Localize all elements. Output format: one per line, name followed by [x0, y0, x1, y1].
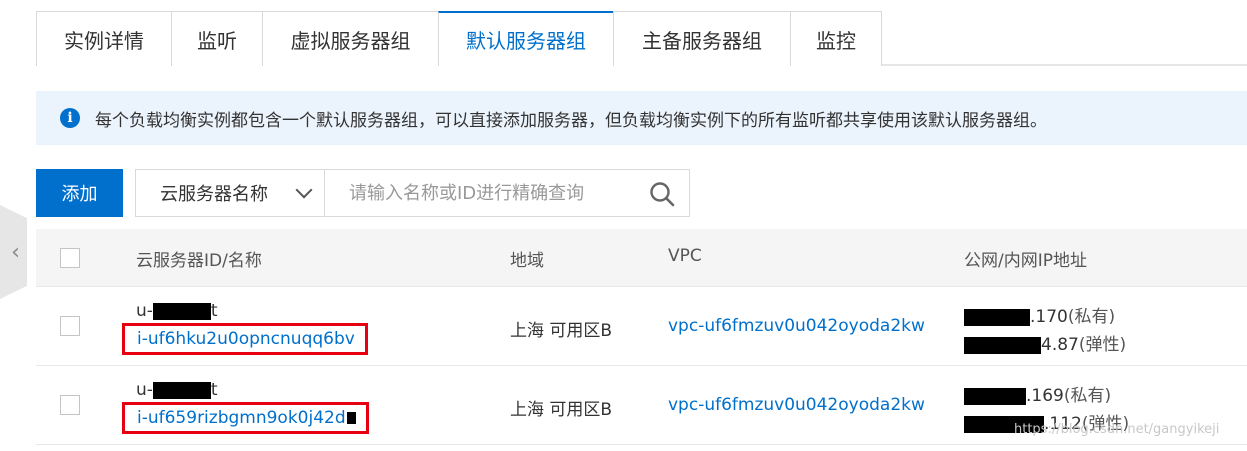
row-checkbox[interactable]: [60, 395, 80, 415]
redaction-mask: [964, 387, 1026, 405]
chevron-down-icon: [295, 181, 313, 199]
redaction-mask: [152, 381, 211, 399]
vpc-link[interactable]: vpc-uf6fmzuv0u042oyoda2kw: [668, 395, 925, 415]
search-box: [324, 169, 690, 217]
column-header-ip: 公网/内网IP地址: [964, 251, 1087, 271]
server-region: 上海 可用区B: [510, 321, 613, 341]
tab-master-slave-groups[interactable]: 主备服务器组: [613, 11, 791, 66]
collapse-panel-handle[interactable]: ‹: [0, 205, 27, 299]
tab-listeners[interactable]: 监听: [171, 11, 263, 66]
tab-monitoring[interactable]: 监控: [790, 11, 882, 66]
tab-default-server-group[interactable]: 默认服务器组: [438, 11, 614, 68]
server-name-prefix: u-: [136, 380, 153, 400]
tab-label: 实例详情: [64, 28, 144, 53]
tab-label: 监控: [816, 28, 856, 53]
private-ip-value: .170: [1030, 307, 1068, 327]
server-region: 上海 可用区B: [510, 400, 613, 420]
server-id-link[interactable]: i-uf6hku2u0opncnuqq6bv: [137, 329, 355, 349]
column-header-region: 地域: [510, 251, 544, 271]
highlighted-server-id: i-uf6hku2u0opncnuqq6bv: [122, 323, 368, 355]
private-ip-value: .169: [1026, 386, 1064, 406]
tab-label: 虚拟服务器组: [290, 28, 411, 53]
redaction-mask: [152, 302, 211, 320]
column-header-vpc: VPC: [668, 246, 702, 266]
private-ip: .169(私有): [964, 381, 1111, 406]
private-ip-label: (私有): [1063, 386, 1112, 406]
search-icon[interactable]: [649, 181, 675, 207]
tab-instance-details[interactable]: 实例详情: [36, 11, 172, 66]
server-name-prefix: u-: [136, 301, 153, 321]
server-name-suffix: t: [210, 380, 218, 400]
public-ip-label: (弹性): [1078, 335, 1127, 355]
search-input[interactable]: [325, 170, 635, 216]
chevron-left-icon: ‹: [11, 239, 20, 265]
vpc-link[interactable]: vpc-uf6fmzuv0u042oyoda2kw: [668, 316, 925, 336]
redaction-mask: [964, 336, 1041, 354]
server-name: u-t: [136, 380, 218, 400]
column-header-id-name: 云服务器ID/名称: [136, 251, 262, 271]
tab-label: 主备服务器组: [642, 28, 762, 53]
redaction-mask: [346, 412, 356, 424]
highlighted-server-id: i-uf659rizbgmn9ok0j42d: [122, 402, 369, 434]
tab-label: 默认服务器组: [466, 29, 586, 53]
redaction-mask: [964, 308, 1030, 326]
private-ip-label: (私有): [1067, 307, 1116, 327]
table-row: u-t i-uf6hku2u0opncnuqq6bv 上海 可用区B vpc-u…: [36, 287, 1247, 366]
public-ip: 4.87(弹性): [964, 330, 1126, 355]
filter-selected-value: 云服务器名称: [160, 184, 268, 205]
row-checkbox[interactable]: [60, 316, 80, 336]
server-table: 云服务器ID/名称 地域 VPC 公网/内网IP地址 u-t i-uf6hku2…: [36, 229, 1247, 445]
filter-field-select[interactable]: 云服务器名称: [135, 169, 325, 217]
add-button[interactable]: 添加: [36, 169, 123, 217]
info-icon: i: [60, 108, 80, 128]
private-ip: .170(私有): [964, 302, 1115, 327]
select-all-checkbox[interactable]: [60, 248, 80, 268]
watermark: https://blog.csdn.net/gangyikeji: [1014, 422, 1220, 437]
server-name-suffix: t: [210, 301, 218, 321]
server-name: u-t: [136, 301, 218, 321]
tab-label: 监听: [197, 28, 237, 53]
server-id-link[interactable]: i-uf659rizbgmn9ok0j42d: [137, 408, 346, 428]
info-text: 每个负载均衡实例都包含一个默认服务器组，可以直接添加服务器，但负载均衡实例下的所…: [95, 110, 1047, 131]
table-header: 云服务器ID/名称 地域 VPC 公网/内网IP地址: [36, 229, 1247, 287]
tab-vserver-groups[interactable]: 虚拟服务器组: [262, 11, 439, 66]
info-banner: i 每个负载均衡实例都包含一个默认服务器组，可以直接添加服务器，但负载均衡实例下…: [36, 91, 1247, 145]
public-ip-value: 4.87: [1041, 335, 1079, 355]
tab-bar: 实例详情 监听 虚拟服务器组 默认服务器组 主备服务器组 监控: [36, 11, 1247, 68]
